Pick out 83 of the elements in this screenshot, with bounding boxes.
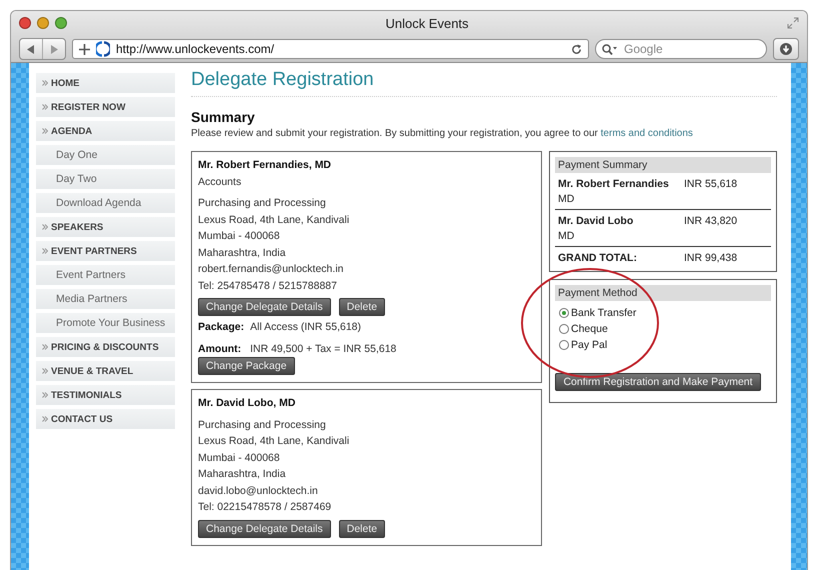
delegate-action-button[interactable]: Change Delegate Details [198,520,331,538]
nav-submenu-item[interactable]: Day Two [36,169,175,189]
title-suffix: MD [558,230,574,242]
url-text: http://www.unlockevents.com/ [116,42,276,56]
nav-menu-item[interactable]: SPEAKERS [36,217,175,237]
address-line: robert.fernandis@unlocktech.in [198,262,344,277]
minimize-button[interactable] [37,17,49,29]
change-package-button[interactable]: Change Package [198,357,295,375]
double-chevron-icon [42,416,48,422]
address-line: Maharashtra, India [198,467,287,482]
address-line: Purchasing and Processing [198,196,327,211]
fullscreen-icon[interactable] [787,17,799,29]
search-field[interactable]: Google [595,39,767,59]
search-icon [602,44,618,55]
total-amount: INR 99,438 [684,252,738,264]
nav-submenu-item[interactable]: Download Agenda [36,193,175,213]
address-line: Mumbai - 400068 [198,450,281,466]
confirm-payment-button[interactable]: Confirm Registration and Make Payment [555,373,761,391]
zoom-button[interactable] [55,17,67,29]
package-text: Package: All Access (INR 55,618) [198,320,362,335]
radio-button[interactable] [559,324,569,334]
delegate-action-button[interactable]: Change Delegate Details [198,298,331,316]
address-line: david.lobo@unlocktech.in [198,484,319,498]
amount-text: Amount: INR 49,500 + Tax = INR 55,618 [198,342,398,356]
title-suffix: MD [558,193,574,205]
delegate-name: Mr. Robert Fernandies, MD [198,158,332,173]
nav-menu-item[interactable]: PRICING & DISCOUNTS [36,337,175,357]
download-icon [780,43,792,55]
total-label: GRAND TOTAL: [558,252,637,264]
double-chevron-icon [42,392,48,398]
address-line: Mumbai - 400068 [198,229,281,244]
address-line: Lexus Road, 4th Lane, Kandivali [198,212,350,228]
double-chevron-icon [42,368,48,374]
double-chevron-icon [42,224,48,230]
address-line: Maharashtra, India [198,246,287,260]
forward-arrow-icon [50,44,58,54]
nav-menu-item[interactable]: EVENT PARTNERS [36,241,175,261]
nav-menu-item[interactable]: VENUE & TRAVEL [36,361,175,381]
nav-menu-item[interactable]: AGENDA [36,121,175,141]
nav-submenu-item[interactable]: Event Partners [36,265,175,285]
page-title: Delegate Registration [191,69,777,97]
address-line: Purchasing and Processing [198,418,327,432]
nav-submenu-item[interactable]: Media Partners [36,289,175,309]
section-heading: Summary [191,109,256,125]
amount-text: INR 55,618 [684,178,738,190]
address-bar[interactable]: http://www.unlockevents.com/ [72,39,589,59]
department-text: Accounts [198,174,242,190]
radio-button[interactable] [559,308,569,318]
double-chevron-icon [42,80,48,86]
double-chevron-icon [42,104,48,110]
delegate-action-button[interactable]: Delete [338,298,386,316]
add-bookmark-icon[interactable] [79,44,90,54]
intro-text: Please review and submit your registration. By submitting your registration, you agree to our terms and conditions [191,128,694,139]
nav-menu-item[interactable]: TESTIMONIALS [36,385,175,405]
delegate-name: Mr. David Lobo, MD [198,396,296,411]
site-ring-icon [96,41,110,57]
radio-button[interactable] [559,340,569,350]
address-line: Tel: 02215478578 / 2587469 [198,500,332,515]
nav-submenu-item[interactable]: Promote Your Business [36,313,175,333]
payment-option[interactable]: Cheque [559,323,767,335]
nav-menu-item[interactable]: REGISTER NOW [36,97,175,117]
payment-option[interactable]: Pay Pal [559,339,767,351]
address-line: Lexus Road, 4th Lane, Kandivali [198,434,350,449]
nav-menu-item[interactable]: CONTACT US [36,409,175,429]
window-title: Unlock Events [385,16,469,30]
downloads-button[interactable] [773,38,799,60]
close-button[interactable] [19,17,31,29]
delegate-name: Mr. David Lobo [558,214,634,229]
address-line: Tel: 254785478 / 5215788887 [198,278,338,294]
nav-submenu-item[interactable]: Day One [36,145,175,165]
terms-link[interactable]: terms and conditions [600,128,693,139]
double-chevron-icon [42,128,48,134]
reload-icon[interactable] [571,44,582,54]
panel-heading: Payment Summary [555,157,771,173]
panel-heading: Payment Method [555,285,771,301]
double-chevron-icon [42,344,48,350]
delegate-action-button[interactable]: Delete [338,520,386,538]
delegate-name: Mr. Robert Fernandies [558,177,670,192]
amount-text: INR 43,820 [684,215,738,227]
payment-option[interactable]: Bank Transfer [559,307,767,319]
nav-menu-item[interactable]: HOME [36,73,175,93]
back-arrow-icon [27,44,35,54]
double-chevron-icon [42,248,48,254]
